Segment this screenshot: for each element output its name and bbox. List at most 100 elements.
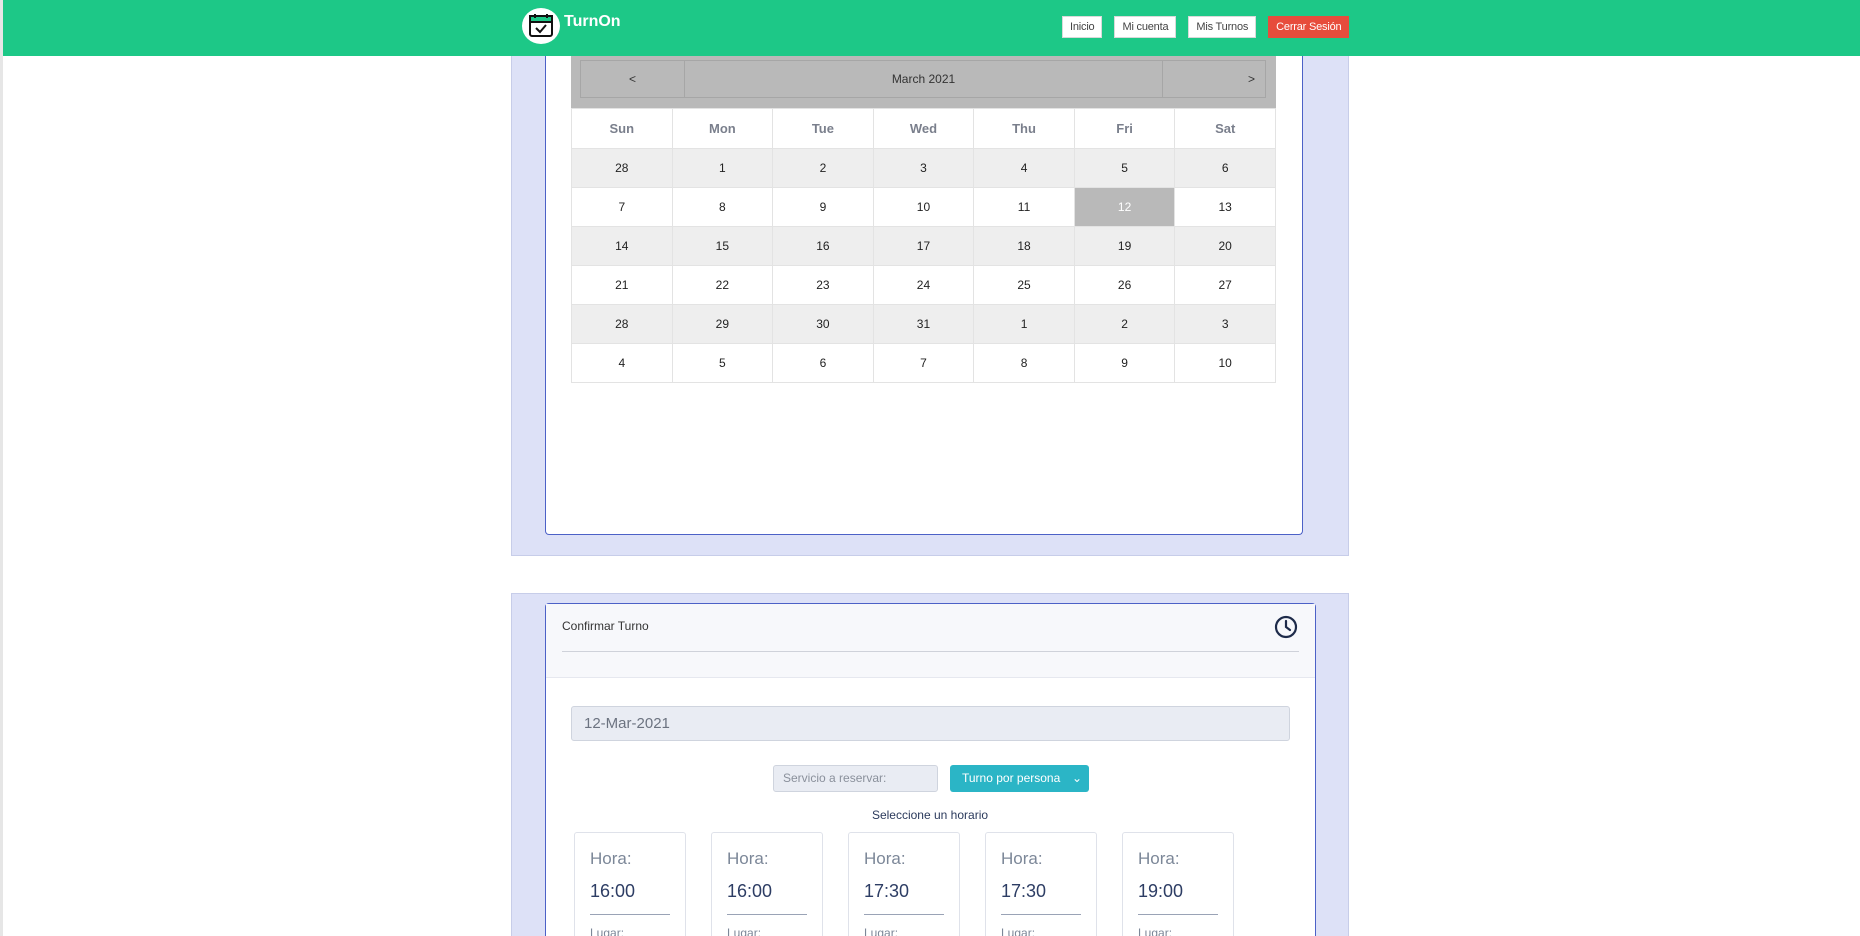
- day-cell[interactable]: 1: [671, 148, 774, 188]
- month-title[interactable]: March 2021: [685, 61, 1163, 97]
- day-cell[interactable]: 11: [973, 187, 1075, 227]
- day-cell[interactable]: 7: [872, 343, 975, 383]
- day-cell[interactable]: 29: [671, 304, 774, 344]
- week-row: 28 29 30 31 1 2 3: [571, 304, 1276, 344]
- weekday-header: Sun: [571, 108, 673, 149]
- select-schedule-hint: Seleccione un horario: [871, 808, 989, 822]
- day-cell[interactable]: 8: [671, 187, 774, 227]
- day-cell[interactable]: 5: [671, 343, 774, 383]
- week-row: 4 5 6 7 8 9 10: [571, 343, 1276, 383]
- day-cell[interactable]: 25: [973, 265, 1075, 305]
- slot-divider: [1001, 914, 1081, 915]
- confirm-card-header: [546, 604, 1315, 678]
- day-cell[interactable]: 6: [772, 343, 874, 383]
- slot-label: Hora:: [1138, 849, 1180, 868]
- chevron-down-icon: ⌄: [1071, 771, 1082, 785]
- page: TurnOn Inicio Mi cuenta Mis Turnos Cerra…: [0, 0, 1860, 936]
- day-cell[interactable]: 27: [1174, 265, 1276, 305]
- clock-icon: [1274, 615, 1298, 639]
- slot-label: Hora:: [727, 849, 769, 868]
- service-select-value: Turno por persona: [962, 771, 1061, 785]
- weekday-header: Wed: [872, 108, 975, 149]
- day-cell[interactable]: 19: [1073, 226, 1176, 266]
- slot-label: Hora:: [1001, 849, 1043, 868]
- day-cell[interactable]: 22: [671, 265, 774, 305]
- brand[interactable]: TurnOn: [522, 8, 621, 44]
- calendar-nav: < March 2021 >: [580, 60, 1266, 98]
- service-input[interactable]: Servicio a reservar:: [773, 765, 938, 792]
- time-slot-card[interactable]: Hora: 19:00 Lugar:: [1122, 832, 1234, 936]
- week-row: 28 1 2 3 4 5 6: [571, 148, 1276, 188]
- day-cell[interactable]: 21: [571, 265, 673, 305]
- slot-divider: [1138, 914, 1218, 915]
- selected-date-field[interactable]: 12-Mar-2021: [571, 706, 1290, 741]
- day-cell[interactable]: 24: [872, 265, 975, 305]
- slot-label: Hora:: [864, 849, 906, 868]
- slot-divider: [727, 914, 807, 915]
- time-slot-card[interactable]: Hora: 17:30 Lugar:: [848, 832, 960, 936]
- day-cell[interactable]: 2: [1073, 304, 1176, 344]
- nav-mi-cuenta-button[interactable]: Mi cuenta: [1114, 16, 1177, 38]
- confirm-title: Confirmar Turno: [562, 619, 649, 633]
- day-cell[interactable]: 13: [1174, 187, 1276, 227]
- day-cell[interactable]: 1: [973, 304, 1075, 344]
- weekday-header: Thu: [973, 108, 1075, 149]
- day-cell[interactable]: 31: [872, 304, 975, 344]
- slot-label: Hora:: [590, 849, 632, 868]
- weekday-header: Tue: [772, 108, 874, 149]
- day-cell[interactable]: 3: [1174, 304, 1276, 344]
- day-cell[interactable]: 28: [571, 304, 673, 344]
- day-cell[interactable]: 6: [1174, 148, 1276, 188]
- time-slot-card[interactable]: Hora: 17:30 Lugar:: [985, 832, 1097, 936]
- week-row: 21 22 23 24 25 26 27: [571, 265, 1276, 305]
- slot-sub-label: Lugar:: [864, 926, 899, 936]
- window-edge: [0, 0, 3, 936]
- day-cell[interactable]: 15: [671, 226, 774, 266]
- navbar: TurnOn Inicio Mi cuenta Mis Turnos Cerra…: [3, 0, 1860, 56]
- day-cell[interactable]: 3: [872, 148, 975, 188]
- nav-mis-turnos-button[interactable]: Mis Turnos: [1188, 16, 1257, 38]
- day-cell[interactable]: 4: [571, 343, 673, 383]
- slot-time: 16:00: [727, 881, 773, 901]
- slot-sub-label: Lugar:: [590, 926, 625, 936]
- brand-name: TurnOn: [564, 13, 621, 30]
- day-cell-selected[interactable]: 12: [1073, 187, 1176, 227]
- weekday-header: Mon: [671, 108, 774, 149]
- slot-time: 17:30: [864, 881, 910, 901]
- day-cell[interactable]: 30: [772, 304, 874, 344]
- logout-button[interactable]: Cerrar Sesión: [1268, 16, 1350, 38]
- slot-time: 17:30: [1001, 881, 1047, 901]
- day-cell[interactable]: 7: [571, 187, 673, 227]
- day-cell[interactable]: 2: [772, 148, 874, 188]
- slot-time: 19:00: [1138, 881, 1184, 901]
- week-row: 7 8 9 10 11 12 13: [571, 187, 1276, 227]
- weekday-header: Fri: [1073, 108, 1176, 149]
- slot-time: 16:00: [590, 881, 636, 901]
- day-cell[interactable]: 9: [1073, 343, 1176, 383]
- day-cell[interactable]: 4: [973, 148, 1075, 188]
- next-month-button[interactable]: >: [1163, 61, 1265, 97]
- time-slot-card[interactable]: Hora: 16:00 Lugar:: [574, 832, 686, 936]
- day-cell[interactable]: 28: [571, 148, 673, 188]
- day-cell[interactable]: 23: [772, 265, 874, 305]
- prev-month-button[interactable]: <: [581, 61, 685, 97]
- nav-inicio-button[interactable]: Inicio: [1062, 16, 1103, 38]
- day-cell[interactable]: 18: [973, 226, 1075, 266]
- weekday-header: Sat: [1174, 108, 1276, 149]
- day-cell[interactable]: 26: [1073, 265, 1176, 305]
- calendar-check-icon: [522, 8, 560, 44]
- day-cell[interactable]: 16: [772, 226, 874, 266]
- day-cell[interactable]: 10: [872, 187, 975, 227]
- day-cell[interactable]: 8: [973, 343, 1075, 383]
- slot-sub-label: Lugar:: [1001, 926, 1036, 936]
- day-cell[interactable]: 17: [872, 226, 975, 266]
- slot-divider: [590, 914, 670, 915]
- day-cell[interactable]: 10: [1174, 343, 1276, 383]
- day-cell[interactable]: 14: [571, 226, 673, 266]
- time-slot-card[interactable]: Hora: 16:00 Lugar:: [711, 832, 823, 936]
- day-cell[interactable]: 5: [1073, 148, 1176, 188]
- calendar-grid: Sun Mon Tue Wed Thu Fri Sat 28 1 2 3 4 5…: [571, 108, 1276, 383]
- day-cell[interactable]: 9: [772, 187, 874, 227]
- service-select[interactable]: Turno por persona ⌄: [950, 765, 1089, 792]
- day-cell[interactable]: 20: [1174, 226, 1276, 266]
